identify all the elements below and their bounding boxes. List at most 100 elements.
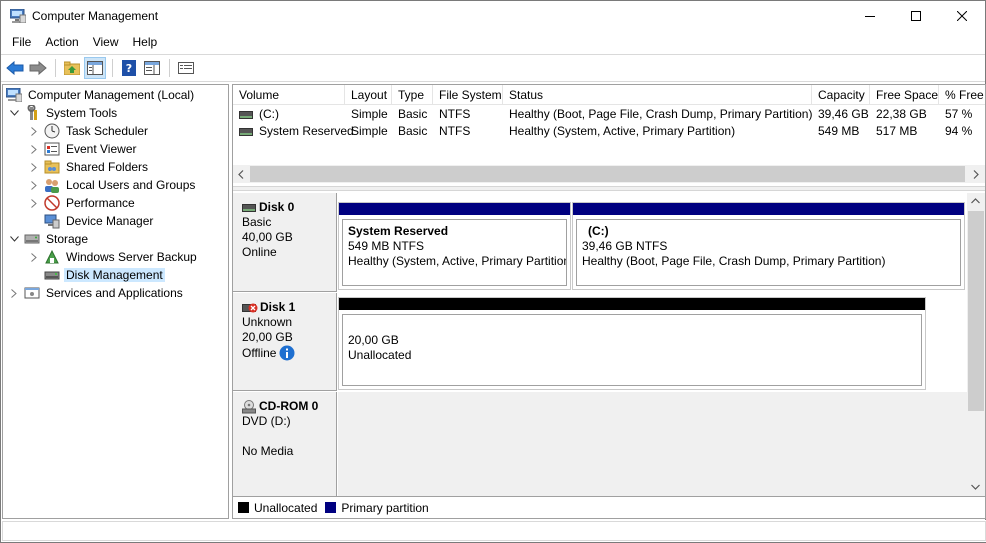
partition-details: (C:) 39,46 GB NTFS Healthy (Boot, Page F… (576, 219, 961, 286)
tree-item-shared-folders[interactable]: Shared Folders (28, 158, 150, 176)
column-header-file-system[interactable]: File System (433, 85, 503, 105)
toolbar-separator (169, 59, 170, 77)
partition-details: 20,00 GB Unallocated (342, 314, 922, 386)
disk-management-pane: Volume Layout Type File System Status Ca… (232, 84, 986, 519)
chevron-right-icon[interactable] (8, 287, 20, 299)
menu-help[interactable]: Help (126, 33, 165, 51)
cdrom-0-drive: DVD (D:) (242, 414, 291, 428)
menu-file[interactable]: File (5, 33, 38, 51)
disk-1-label[interactable]: Disk 1 Unknown 20,00 GB Offline (233, 293, 337, 391)
info-icon[interactable] (279, 345, 295, 361)
clock-icon (44, 123, 60, 139)
chevron-right-icon[interactable] (28, 161, 40, 173)
column-header-layout[interactable]: Layout (345, 85, 392, 105)
show-hide-console-tree-button[interactable] (84, 57, 106, 79)
tree-item-disk-management[interactable]: Disk Management (44, 266, 165, 284)
tree-item-device-manager[interactable]: Device Manager (44, 212, 155, 230)
column-header-volume[interactable]: Volume (233, 85, 345, 105)
properties-button[interactable] (175, 57, 197, 79)
table-row[interactable]: (C:) Simple Basic NTFS Healthy (Boot, Pa… (233, 106, 985, 123)
vertical-scroll-thumb[interactable] (968, 211, 984, 411)
backup-icon (44, 249, 60, 265)
primary-partition-bar (339, 203, 570, 215)
pane-splitter[interactable] (233, 186, 985, 191)
unallocated-swatch (238, 502, 249, 513)
scroll-right-icon[interactable] (973, 170, 979, 179)
help-button[interactable]: ? (118, 57, 140, 79)
partition-system-reserved[interactable]: System Reserved 549 MB NTFS Healthy (Sys… (338, 202, 571, 290)
column-header-percent-free[interactable]: % Free (939, 85, 985, 105)
table-row[interactable]: System Reserved Simple Basic NTFS Health… (233, 123, 985, 140)
tree-item-storage[interactable]: Storage (8, 230, 90, 248)
menu-action[interactable]: Action (38, 33, 85, 51)
volume-name: System Reserved (259, 124, 354, 138)
column-header-type[interactable]: Type (392, 85, 433, 105)
tree-item-performance[interactable]: Performance (28, 194, 137, 212)
disk-0-label[interactable]: Disk 0 Basic 40,00 GB Online (233, 193, 337, 292)
chevron-right-icon[interactable] (28, 125, 40, 137)
menu-view[interactable]: View (86, 33, 126, 51)
tree-item-task-scheduler[interactable]: Task Scheduler (28, 122, 150, 140)
column-header-status[interactable]: Status (503, 85, 812, 105)
disk-0-name: Disk 0 (259, 200, 295, 214)
tree-item-services-and-applications[interactable]: Services and Applications (8, 284, 185, 302)
partition-title: System Reserved (348, 224, 449, 238)
users-icon (44, 177, 60, 193)
column-header-free-space[interactable]: Free Space (870, 85, 939, 105)
minimize-button[interactable] (847, 1, 893, 31)
vertical-scrollbar[interactable] (967, 193, 985, 496)
volume-cell: (C:) (233, 106, 279, 123)
tree-item-windows-server-backup[interactable]: Windows Server Backup (28, 248, 199, 266)
tree-label: Task Scheduler (66, 124, 149, 138)
chevron-down-icon[interactable] (8, 107, 20, 119)
partition-size: 549 MB NTFS (348, 239, 425, 253)
partition-size: 20,00 GB (348, 333, 399, 347)
chevron-down-icon[interactable] (8, 233, 20, 245)
device-manager-icon (44, 213, 60, 229)
disk-0-type: Basic (242, 215, 272, 229)
tree-item-local-users-and-groups[interactable]: Local Users and Groups (28, 176, 197, 194)
back-arrow-icon (6, 61, 24, 75)
scroll-left-icon[interactable] (238, 170, 244, 179)
disk-0-name-row: Disk 0 (242, 200, 336, 215)
unallocated-bar (339, 298, 925, 310)
toolbar: ? (1, 54, 985, 82)
volume-cell: System Reserved (233, 123, 354, 140)
toolbar-separator (55, 59, 56, 77)
up-one-level-button[interactable] (61, 57, 83, 79)
legend-unallocated: Unallocated (254, 500, 318, 515)
chevron-right-icon[interactable] (28, 143, 40, 155)
chevron-right-icon[interactable] (28, 251, 40, 263)
tree-item-system-tools[interactable]: System Tools (8, 104, 119, 122)
horizontal-scroll-thumb[interactable] (250, 166, 965, 182)
up-folder-icon (64, 61, 80, 75)
capacity-cell: 39,46 GB (818, 107, 869, 121)
tree-label: Windows Server Backup (66, 250, 197, 264)
close-button[interactable] (939, 1, 985, 31)
column-header-capacity[interactable]: Capacity (812, 85, 870, 105)
partition-title: (C:) (588, 224, 609, 238)
partition-disk-1-unallocated[interactable]: 20,00 GB Unallocated (338, 297, 926, 390)
cdrom-0-label[interactable]: CD-ROM 0 DVD (D:) No Media (233, 392, 337, 496)
show-hide-action-pane-icon (144, 61, 160, 75)
disk-1-state-row: Offline (242, 345, 336, 361)
scroll-down-icon[interactable] (971, 484, 980, 490)
status-cell: Healthy (Boot, Page File, Crash Dump, Pr… (509, 107, 813, 121)
maximize-button[interactable] (893, 1, 939, 31)
back-button[interactable] (4, 57, 26, 79)
tree-item-event-viewer[interactable]: Event Viewer (28, 140, 138, 158)
tree-label: Event Viewer (66, 142, 137, 156)
maximize-icon (911, 11, 921, 21)
computer-management-icon (6, 87, 22, 103)
forward-button[interactable] (27, 57, 49, 79)
tree-item-computer-management[interactable]: Computer Management (Local) (6, 86, 196, 104)
chevron-right-icon[interactable] (28, 179, 40, 191)
show-hide-action-pane-button[interactable] (141, 57, 163, 79)
partition-c-drive[interactable]: (C:) 39,46 GB NTFS Healthy (Boot, Page F… (572, 202, 965, 290)
chevron-right-icon[interactable] (28, 197, 40, 209)
horizontal-scrollbar[interactable] (233, 165, 985, 183)
capacity-cell: 549 MB (818, 124, 860, 138)
scroll-up-icon[interactable] (971, 198, 980, 204)
title-bar[interactable]: Computer Management (1, 1, 985, 31)
tools-icon (24, 105, 40, 121)
